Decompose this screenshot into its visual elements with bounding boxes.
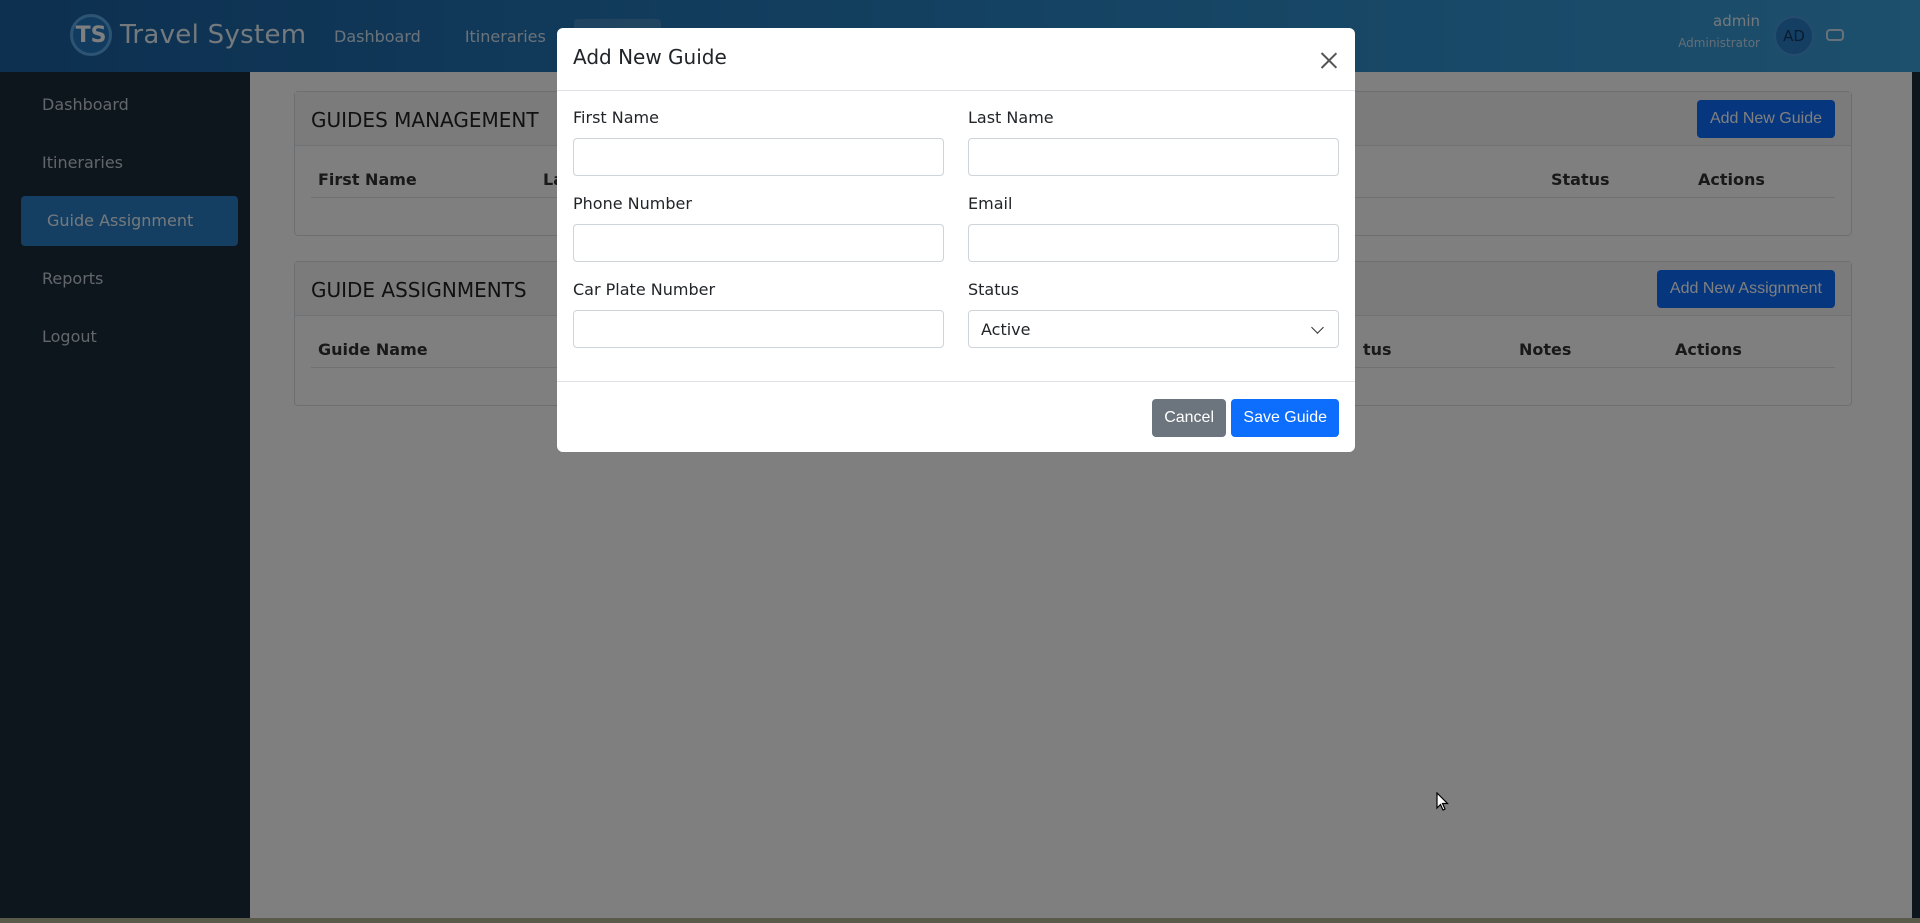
bottom-strip — [0, 918, 1920, 923]
email-label: Email — [968, 194, 1013, 213]
car-plate-input[interactable] — [573, 310, 944, 348]
phone-label: Phone Number — [573, 194, 692, 213]
first-name-input[interactable] — [573, 138, 944, 176]
car-plate-label: Car Plate Number — [573, 280, 716, 299]
modal-header: Add New Guide — [557, 28, 1355, 91]
phone-input[interactable] — [573, 224, 944, 262]
modal-title: Add New Guide — [573, 45, 727, 69]
modal-footer: Cancel Save Guide — [557, 381, 1355, 452]
save-guide-button[interactable]: Save Guide — [1231, 399, 1339, 437]
status-selected-value: Active — [981, 320, 1031, 339]
last-name-label: Last Name — [968, 108, 1054, 127]
email-input[interactable] — [968, 224, 1339, 262]
first-name-label: First Name — [573, 108, 659, 127]
status-label: Status — [968, 280, 1019, 299]
add-guide-modal: Add New Guide First Name Last Name Phone… — [557, 28, 1355, 452]
chevron-down-icon — [1311, 321, 1324, 334]
cancel-button[interactable]: Cancel — [1152, 399, 1226, 437]
last-name-input[interactable] — [968, 138, 1339, 176]
modal-body: First Name Last Name Phone Number Email … — [557, 91, 1355, 410]
close-icon[interactable] — [1317, 48, 1341, 72]
status-select[interactable]: Active — [968, 310, 1339, 348]
